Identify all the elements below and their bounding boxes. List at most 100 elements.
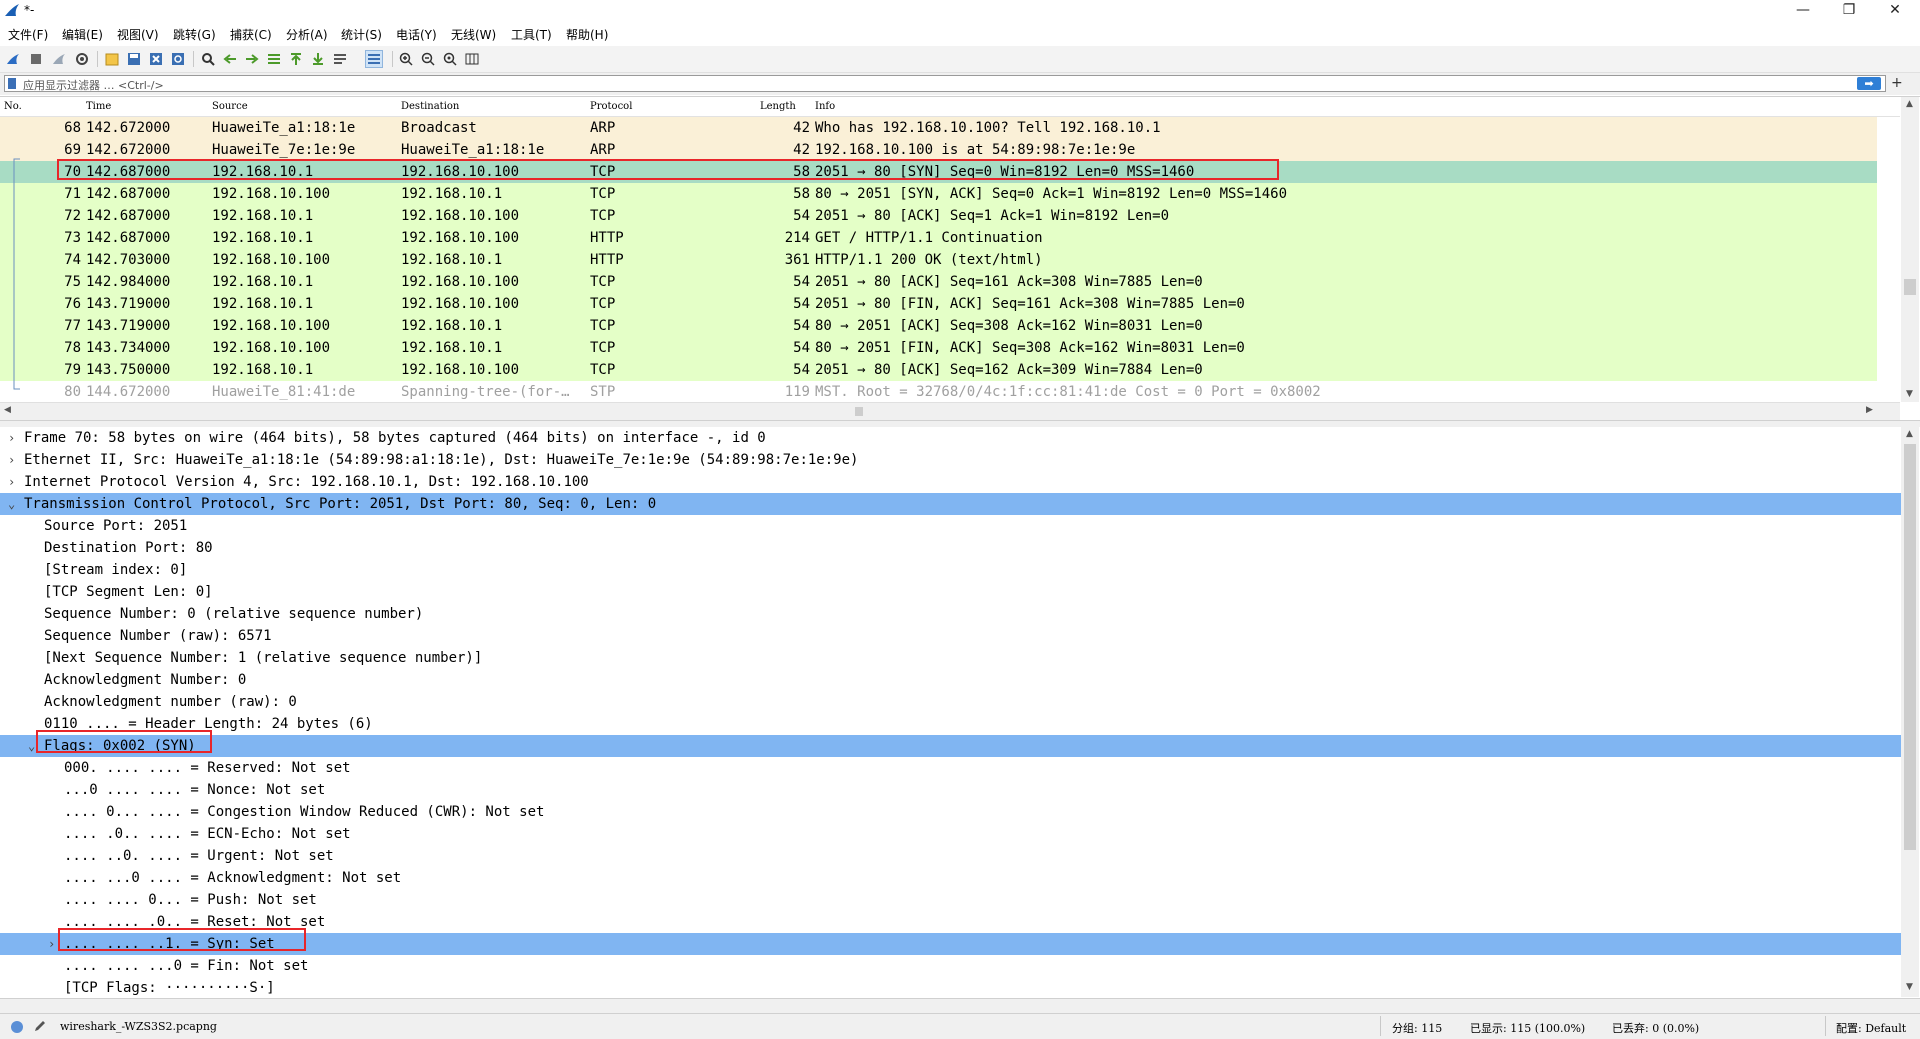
detail-row[interactable]: .... ...0 .... = Acknowledgment: Not set — [0, 867, 1901, 889]
zoom-in-icon[interactable] — [397, 50, 415, 68]
menu-wireless[interactable]: 无线(W) — [451, 26, 496, 43]
close-button[interactable]: ✕ — [1872, 0, 1918, 22]
go-back-icon[interactable] — [221, 50, 239, 68]
menu-help[interactable]: 帮助(H) — [566, 26, 608, 43]
scroll-down-icon[interactable]: ▼ — [1906, 389, 1913, 399]
detail-row[interactable]: Sequence Number (raw): 6571 — [0, 625, 1901, 647]
packet-row[interactable]: 79 143.750000 192.168.10.1 192.168.10.100 TC… — [0, 359, 1877, 381]
detail-row[interactable]: .... ..0. .... = Urgent: Not set — [0, 845, 1901, 867]
go-to-packet-icon[interactable] — [265, 50, 283, 68]
menu-statistics[interactable]: 统计(S) — [341, 26, 382, 43]
filter-bookmark-icon[interactable] — [8, 78, 16, 89]
tree-expander-icon[interactable]: › — [8, 449, 15, 471]
detail-row[interactable]: [Stream index: 0] — [0, 559, 1901, 581]
menu-file[interactable]: 文件(F) — [8, 26, 48, 43]
packet-row[interactable]: 71 142.687000 192.168.10.100 192.168.10.1 TC… — [0, 183, 1877, 205]
scroll-left-icon[interactable]: ◀ — [4, 405, 11, 415]
packet-row[interactable]: 68 142.672000 HuaweiTe_a1:18:1e Broadcast AR… — [0, 117, 1877, 139]
scroll-up-icon[interactable]: ▲ — [1906, 429, 1913, 439]
packet-row[interactable]: 78 143.734000 192.168.10.100 192.168.10.1 TC… — [0, 337, 1877, 359]
edit-comment-icon[interactable] — [33, 1019, 47, 1033]
packet-row[interactable]: 69 142.672000 HuaweiTe_7e:1e:9e HuaweiTe_a1… — [0, 139, 1877, 161]
menu-capture[interactable]: 捕获(C) — [230, 26, 272, 43]
menu-telephony[interactable]: 电话(Y) — [396, 26, 437, 43]
packet-row[interactable]: 76 143.719000 192.168.10.1 192.168.10.100 TC… — [0, 293, 1877, 315]
menu-tools[interactable]: 工具(T) — [511, 26, 552, 43]
column-no[interactable]: No. — [4, 101, 22, 112]
column-length[interactable]: Length — [760, 101, 796, 112]
tree-expander-icon[interactable]: ⌄ — [28, 735, 35, 757]
scroll-thumb[interactable] — [1904, 279, 1916, 295]
detail-row[interactable]: 000. .... .... = Reserved: Not set — [0, 757, 1901, 779]
detail-row[interactable]: .... .... ...0 = Fin: Not set — [0, 955, 1901, 977]
menu-edit[interactable]: 编辑(E) — [62, 26, 103, 43]
detail-row[interactable]: Acknowledgment Number: 0 — [0, 669, 1901, 691]
zoom-reset-icon[interactable] — [441, 50, 459, 68]
packet-row[interactable]: 80 144.672000 HuaweiTe_81:41:de Spanning-tr… — [0, 381, 1877, 403]
close-file-icon[interactable] — [147, 50, 165, 68]
detail-row[interactable]: ⌄ Flags: 0x002 (SYN) — [0, 735, 1901, 757]
packet-row[interactable]: 72 142.687000 192.168.10.1 192.168.10.100 TC… — [0, 205, 1877, 227]
column-protocol[interactable]: Protocol — [590, 101, 632, 112]
save-file-icon[interactable] — [125, 50, 143, 68]
detail-row[interactable]: Sequence Number: 0 (relative sequence nu… — [0, 603, 1901, 625]
scroll-thumb[interactable] — [1904, 444, 1916, 850]
display-filter-input[interactable]: 应用显示过滤器 … <Ctrl-/> ➡ — [4, 75, 1886, 92]
packet-row[interactable]: 74 142.703000 192.168.10.100 192.168.10.1 HT… — [0, 249, 1877, 271]
ready-status-icon[interactable] — [10, 1020, 24, 1034]
restore-button[interactable]: ❐ — [1826, 0, 1872, 22]
resize-columns-icon[interactable] — [463, 50, 481, 68]
add-filter-button[interactable]: + — [1891, 75, 1903, 91]
scroll-right-icon[interactable]: ▶ — [1866, 405, 1873, 415]
detail-row[interactable]: Source Port: 2051 — [0, 515, 1901, 537]
stop-capture-icon[interactable] — [27, 50, 45, 68]
open-file-icon[interactable] — [103, 50, 121, 68]
detail-row[interactable]: › Internet Protocol Version 4, Src: 192.1… — [0, 471, 1901, 493]
detail-row[interactable]: 0110 .... = Header Length: 24 bytes (6) — [0, 713, 1901, 735]
packet-row[interactable]: 73 142.687000 192.168.10.1 192.168.10.100 HT… — [0, 227, 1877, 249]
column-info[interactable]: Info — [815, 101, 835, 112]
packet-row[interactable]: 75 142.984000 192.168.10.1 192.168.10.100 TC… — [0, 271, 1877, 293]
packet-row[interactable]: 77 143.719000 192.168.10.100 192.168.10.1 TC… — [0, 315, 1877, 337]
hscroll-thumb[interactable] — [855, 407, 863, 416]
minimize-button[interactable]: — — [1780, 0, 1826, 22]
detail-row[interactable]: .... .0.. .... = ECN-Echo: Not set — [0, 823, 1901, 845]
detail-row[interactable]: Acknowledgment number (raw): 0 — [0, 691, 1901, 713]
detail-row[interactable]: ⌄ Transmission Control Protocol, Src Port… — [0, 493, 1901, 515]
detail-row[interactable]: .... 0... .... = Congestion Window Reduc… — [0, 801, 1901, 823]
details-vscrollbar[interactable]: ▲ ▼ — [1901, 427, 1919, 997]
apply-filter-button[interactable]: ➡ — [1857, 77, 1881, 90]
packet-list-vscrollbar[interactable]: ▲ ▼ — [1901, 97, 1919, 402]
packet-list-hscrollbar[interactable]: ◀ ▶ — [0, 402, 1900, 420]
scroll-up-icon[interactable]: ▲ — [1906, 99, 1913, 109]
menu-view[interactable]: 视图(V) — [117, 26, 159, 43]
first-packet-icon[interactable] — [287, 50, 305, 68]
tree-expander-icon[interactable]: › — [48, 933, 55, 955]
zoom-out-icon[interactable] — [419, 50, 437, 68]
tree-expander-icon[interactable]: › — [8, 427, 15, 449]
detail-row[interactable]: › Frame 70: 58 bytes on wire (464 bits), … — [0, 427, 1901, 449]
menu-analyze[interactable]: 分析(A) — [286, 26, 328, 43]
last-packet-icon[interactable] — [309, 50, 327, 68]
detail-row[interactable]: [Next Sequence Number: 1 (relative seque… — [0, 647, 1901, 669]
detail-row[interactable]: › Ethernet II, Src: HuaweiTe_a1:18:1e (54… — [0, 449, 1901, 471]
column-destination[interactable]: Destination — [401, 101, 459, 112]
colorize-icon[interactable] — [365, 50, 383, 68]
scroll-down-icon[interactable]: ▼ — [1906, 982, 1913, 992]
start-capture-icon[interactable] — [4, 50, 22, 68]
tree-expander-icon[interactable]: › — [8, 471, 15, 493]
reload-file-icon[interactable] — [169, 50, 187, 68]
detail-row[interactable]: [TCP Flags: ··········S·] — [0, 977, 1901, 999]
detail-row[interactable]: Destination Port: 80 — [0, 537, 1901, 559]
column-time[interactable]: Time — [86, 101, 111, 112]
detail-row[interactable]: ...0 .... .... = Nonce: Not set — [0, 779, 1901, 801]
restart-capture-icon[interactable] — [50, 50, 68, 68]
detail-row[interactable]: .... .... 0... = Push: Not set — [0, 889, 1901, 911]
column-source[interactable]: Source — [212, 101, 248, 112]
find-packet-icon[interactable] — [199, 50, 217, 68]
capture-options-icon[interactable] — [73, 50, 91, 68]
tree-expander-icon[interactable]: ⌄ — [8, 493, 15, 515]
profile-selector[interactable]: 配置: Default — [1836, 1020, 1906, 1036]
go-forward-icon[interactable] — [243, 50, 261, 68]
detail-row[interactable]: [TCP Segment Len: 0] — [0, 581, 1901, 603]
